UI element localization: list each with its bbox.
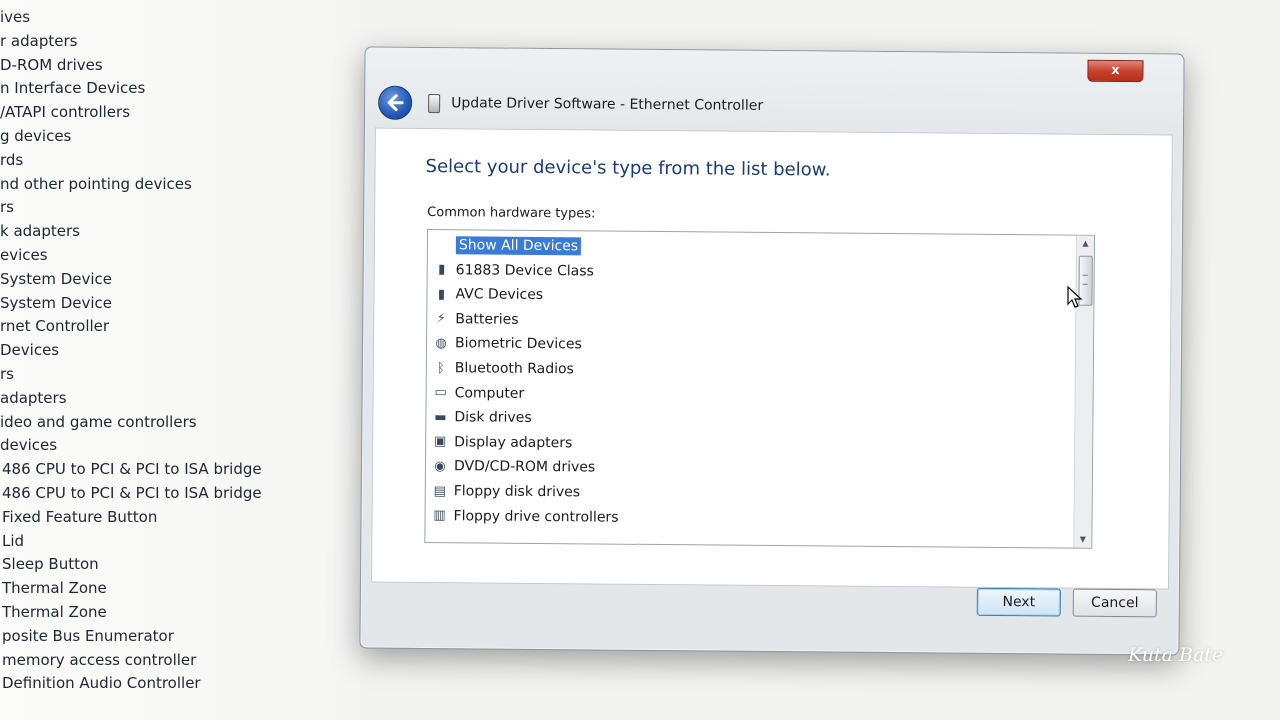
list-item-label: AVC Devices [455,286,544,304]
list-item[interactable]: ᛒ Bluetooth Radios [431,357,574,380]
cancel-button[interactable]: Cancel [1072,588,1157,618]
background-tree-item: D-ROM drives [0,55,103,74]
background-tree-item: Lid [2,531,25,550]
background-tree-item: Definition Audio Controller [2,674,201,693]
list-item[interactable]: ◉ DVD/CD-ROM drives [430,455,595,478]
list-item-label: DVD/CD-ROM drives [453,458,596,476]
blank-icon [432,236,452,254]
background-tree-item: rnet Controller [0,317,110,336]
background-tree-item: Sleep Button [2,555,99,574]
list-item-label: Show All Devices [455,236,582,256]
list-item[interactable]: Show All Devices [432,234,582,257]
list-item[interactable]: ◍ Biometric Devices [431,332,582,355]
list-label: Common hardware types: [427,204,596,222]
background-tree-item: rds [0,150,24,169]
mouse-cursor-icon [1067,286,1083,308]
list-item[interactable]: ▮ 61883 Device Class [432,259,594,282]
scroll-down-icon[interactable]: ▼ [1074,532,1091,548]
floppy-controller-icon: ▥ [433,508,446,524]
device-manager-tree-background: ives r adapters D-ROM drives n Interface De… [0,0,360,720]
list-item[interactable]: ▮ AVC Devices [431,283,543,306]
background-tree-item: adapters [0,388,67,407]
background-tree-item: 486 CPU to PCI & PCI to ISA bridge [2,460,262,479]
watermark: Kuta Bate [1128,644,1224,666]
list-item[interactable]: ▤ Floppy disk drives [430,480,581,503]
list-item[interactable]: ▣ Display adapters [430,431,572,454]
background-tree-item: n Interface Devices [0,79,146,98]
battery-icon: ⚡ [436,311,446,327]
list-item-label: Display adapters [454,434,573,452]
background-tree-item: g devices [0,127,72,145]
background-tree-item: System Device [0,293,113,312]
background-tree-item: Thermal Zone [2,603,107,621]
fingerprint-icon: ◍ [435,335,447,352]
background-tree-item: System Device [0,269,113,288]
background-tree-item: /ATAPI controllers [0,103,131,122]
background-tree-item: rs [0,198,14,217]
dialog-title: Update Driver Software - Ethernet Contro… [451,95,764,114]
list-item-label: 61883 Device Class [455,261,594,280]
list-item-label: Batteries [455,311,519,328]
list-item-label: Floppy disk drives [453,483,581,501]
plug-icon: ▮ [438,262,446,278]
back-arrow-icon [387,94,404,112]
background-tree-item: posite Bus Enumerator [2,626,174,645]
list-item-label: Bluetooth Radios [454,360,574,378]
scroll-up-icon[interactable]: ▲ [1077,236,1094,252]
floppy-drive-icon: ▤ [433,483,446,499]
page-heading: Select your device's type from the list … [425,155,831,181]
list-item-label: Disk drives [454,409,532,427]
background-tree-item: nd other pointing devices [0,174,192,193]
dvd-drive-icon: ◉ [434,458,446,475]
computer-icon: ▭ [434,385,447,401]
list-item-label: Biometric Devices [454,335,582,353]
next-button[interactable]: Next [976,587,1061,617]
close-button[interactable]: x [1087,59,1144,83]
background-tree-item: 486 CPU to PCI & PCI to ISA bridge [2,484,262,502]
list-item[interactable]: ⚡ Batteries [431,308,519,331]
list-item-label: Computer [454,384,525,402]
bluetooth-icon: ᛒ [436,360,445,376]
background-tree-item: ives [0,8,31,26]
background-tree-item: Fixed Feature Button [2,507,158,526]
background-tree-item: Thermal Zone [2,579,107,598]
dialog-title-bar [364,47,1184,135]
update-driver-dialog: x Update Driver Software - Ethernet Cont… [359,46,1185,656]
back-button[interactable] [378,85,413,120]
background-tree-item: memory access controller [2,650,197,669]
background-tree-item: rs [0,365,14,383]
list-scrollbar[interactable]: ▲ ▼ [1073,235,1095,548]
background-tree-item: ideo and game controllers [0,412,197,431]
background-tree-item: k adapters [0,222,80,241]
device-icon [428,93,441,114]
list-item[interactable]: ▬ Disk drives [430,406,532,429]
plug-icon: ▮ [437,286,446,302]
background-tree-item: Devices [0,341,60,360]
display-adapter-icon: ▣ [433,434,447,450]
list-item-label: Floppy drive controllers [453,507,619,526]
dialog-content: Select your device's type from the list … [370,127,1173,590]
background-tree-item: devices [0,436,58,455]
background-tree-item: evices [0,246,48,264]
background-tree-item: r adapters [0,31,78,50]
disk-drive-icon: ▬ [434,409,447,425]
list-item[interactable]: ▭ Computer [431,382,525,405]
hardware-types-list[interactable]: ▲ ▼ Show All Devices ▮ 61883 Device Class ▮… [424,228,1096,549]
list-item[interactable]: ▥ Floppy drive controllers [429,505,618,529]
